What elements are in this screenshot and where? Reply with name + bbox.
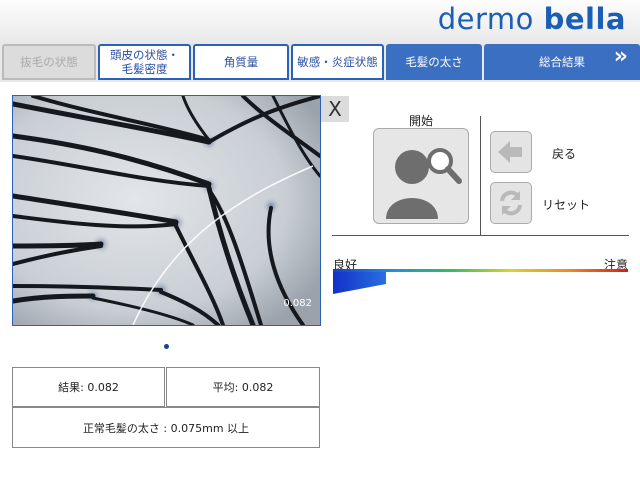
tab-label: 角質量 — [223, 55, 259, 69]
microscope-image: 0.082 — [12, 95, 321, 326]
arrow-left-icon — [498, 141, 522, 163]
scale-level-indicator — [333, 272, 386, 294]
normal-range-box: 正常毛髪の太さ : 0.075mm 以上 — [12, 407, 320, 448]
tab-label: 敏感・炎症状態 — [297, 55, 378, 69]
tab-label-line1: 頭皮の状態・ — [110, 48, 179, 62]
reset-button[interactable] — [490, 182, 532, 224]
tab-label-line2: 毛髪密度 — [121, 62, 168, 76]
scalp-photo — [13, 96, 320, 325]
app-header: dermo bella — [0, 0, 640, 42]
start-label: 開始 — [408, 114, 433, 128]
brand-text-bella: bella — [543, 2, 626, 36]
back-label: 戻る — [552, 147, 577, 161]
average-value: 平均: 0.082 — [212, 381, 274, 394]
tab-total-result[interactable]: 総合結果 » — [484, 44, 640, 80]
thickness-overlay-value: 0.082 — [283, 298, 312, 309]
tab-scalp-density[interactable]: 頭皮の状態・ 毛髪密度 — [98, 44, 191, 80]
reset-label: リセット — [542, 198, 591, 212]
close-button[interactable]: X — [321, 96, 349, 122]
brand-text-dermo: dermo — [437, 2, 544, 36]
tab-sensitivity[interactable]: 敏感・炎症状態 — [291, 44, 384, 80]
divider-vertical — [480, 116, 481, 236]
double-chevron-right-icon: » — [613, 44, 628, 69]
refresh-icon — [500, 190, 522, 216]
tab-label: 毛髪の太さ — [405, 55, 463, 69]
tab-keratin[interactable]: 角質量 — [193, 44, 289, 80]
tab-hair-loss[interactable]: 抜毛の状態 — [2, 44, 96, 80]
start-button[interactable] — [373, 128, 469, 224]
brand-logo: dermo bella — [438, 2, 626, 36]
back-button[interactable] — [490, 131, 532, 173]
tab-label: 総合結果 — [539, 55, 585, 69]
tab-bar: 抜毛の状態 頭皮の状態・ 毛髪密度 角質量 敏感・炎症状態 毛髪の太さ 総合結果… — [0, 42, 640, 82]
person-search-icon — [386, 148, 462, 219]
result-box: 結果: 0.082 — [12, 367, 165, 407]
divider-horizontal — [332, 235, 629, 236]
average-box: 平均: 0.082 — [166, 367, 320, 407]
page-indicator-dot — [164, 344, 169, 349]
result-value: 結果: 0.082 — [58, 381, 119, 394]
tab-hair-thickness[interactable]: 毛髪の太さ — [386, 44, 482, 80]
close-icon: X — [328, 97, 342, 121]
tab-label: 抜毛の状態 — [20, 55, 78, 69]
normal-range-text: 正常毛髪の太さ : 0.075mm 以上 — [82, 421, 250, 435]
